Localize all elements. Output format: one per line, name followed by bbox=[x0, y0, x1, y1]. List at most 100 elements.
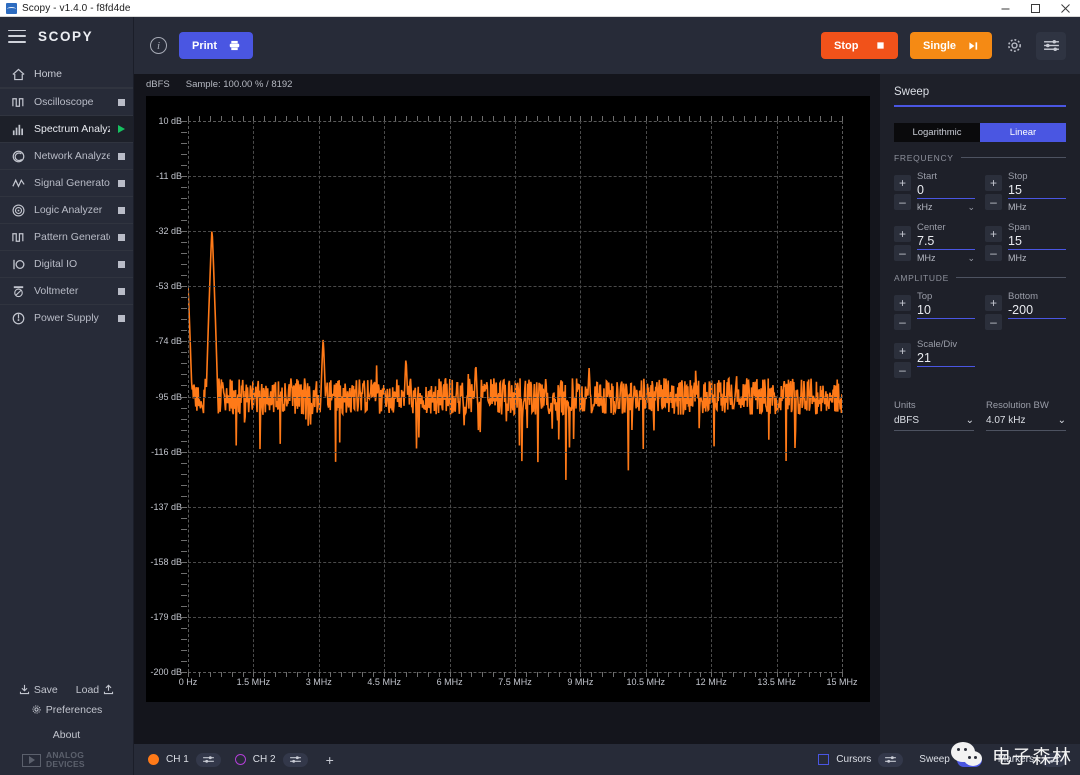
frequency-section-header: FREQUENCY bbox=[894, 153, 1066, 163]
decrement-button[interactable]: – bbox=[985, 313, 1002, 330]
plot-canvas[interactable]: 10 dB -11 dB -32 dB -53 dB -74 dB -95 dB -116 … bbox=[146, 96, 870, 702]
channel-ch-1[interactable]: CH 1 bbox=[148, 752, 221, 767]
field-unit[interactable]: MHz ⌄ bbox=[917, 250, 975, 264]
y-axis-minor-tick bbox=[181, 341, 187, 343]
sidebar-item-signal-generator[interactable]: Signal Generator bbox=[0, 169, 133, 196]
y-axis-tick-label: -200 dB bbox=[150, 667, 182, 677]
decrement-button[interactable]: – bbox=[894, 193, 911, 210]
decrement-button[interactable]: – bbox=[894, 361, 911, 378]
units-select[interactable]: Units dBFS ⌄ bbox=[894, 400, 974, 431]
x-axis-minor-tick bbox=[591, 672, 593, 677]
maximize-button[interactable] bbox=[1020, 0, 1050, 17]
plot-units-label: dBFS bbox=[146, 79, 170, 90]
sidebar-item-oscilloscope[interactable]: Oscilloscope bbox=[0, 88, 133, 115]
channel-settings-button[interactable] bbox=[195, 752, 221, 767]
power-supply-icon bbox=[11, 311, 26, 326]
minimize-button[interactable] bbox=[990, 0, 1020, 17]
close-button[interactable] bbox=[1050, 0, 1080, 17]
decrement-button[interactable]: – bbox=[894, 313, 911, 330]
cursors-checkbox[interactable] bbox=[818, 754, 830, 765]
preferences-button[interactable]: Preferences bbox=[31, 704, 102, 716]
increment-button[interactable]: + bbox=[894, 294, 911, 311]
field-value[interactable]: 0 bbox=[917, 183, 975, 199]
increment-button[interactable]: + bbox=[894, 225, 911, 242]
channel-settings-button[interactable] bbox=[282, 752, 308, 767]
field-value[interactable]: -200 bbox=[1008, 303, 1066, 319]
x-axis-minor-tick bbox=[667, 672, 669, 677]
stepper: + – bbox=[894, 339, 911, 378]
about-button[interactable]: About bbox=[0, 723, 133, 751]
increment-button[interactable]: + bbox=[985, 174, 1002, 191]
y-axis-minor-tick bbox=[181, 154, 187, 156]
field-body: Top 10 bbox=[917, 291, 975, 330]
x-axis-minor-tick-top bbox=[634, 116, 636, 121]
x-axis-minor-tick bbox=[765, 672, 767, 677]
x-axis-minor-tick-top bbox=[743, 116, 745, 121]
field-span: + – Span 15 MHz bbox=[985, 222, 1066, 264]
cursors-settings-button[interactable] bbox=[878, 752, 904, 767]
increment-button[interactable]: + bbox=[985, 225, 1002, 242]
hamburger-icon[interactable] bbox=[8, 29, 26, 43]
sidebar-item-voltmeter[interactable]: Voltmeter bbox=[0, 277, 133, 304]
field-unit[interactable]: kHz ⌄ bbox=[917, 199, 975, 213]
x-axis-minor-tick bbox=[722, 672, 724, 677]
resolution-bw-value-row: 4.07 kHz ⌄ bbox=[986, 415, 1066, 431]
sliders-icon bbox=[202, 756, 214, 763]
scale-option-logarithmic[interactable]: Logarithmic bbox=[894, 122, 980, 142]
y-axis-minor-tick bbox=[181, 616, 187, 618]
settings-gear-button[interactable] bbox=[1004, 36, 1024, 56]
add-channel-button[interactable]: + bbox=[322, 752, 338, 768]
sidebar-item-digital-io[interactable]: Digital IO bbox=[0, 250, 133, 277]
field-value[interactable]: 15 bbox=[1008, 183, 1066, 199]
field-value[interactable]: 21 bbox=[917, 351, 975, 367]
field-value[interactable]: 15 bbox=[1008, 234, 1066, 250]
x-axis-minor-tick-top bbox=[362, 116, 364, 121]
y-axis-minor-tick bbox=[181, 561, 187, 563]
increment-button[interactable]: + bbox=[894, 174, 911, 191]
stopped-indicator-icon bbox=[118, 98, 125, 106]
sidebar-item-pattern-generator[interactable]: Pattern Generator bbox=[0, 223, 133, 250]
x-axis-minor-tick bbox=[613, 672, 615, 677]
sidebar-item-network-analyzer[interactable]: Network Analyzer bbox=[0, 142, 133, 169]
channel-label: CH 1 bbox=[166, 754, 189, 765]
panel-toggle-button[interactable] bbox=[1036, 31, 1066, 60]
sidebar-item-power-supply[interactable]: Power Supply bbox=[0, 304, 133, 331]
sidebar-item-spectrum-analyzer[interactable]: Spectrum Analyzer bbox=[0, 115, 133, 142]
save-button[interactable]: Save bbox=[19, 684, 58, 696]
sidebar-item-home[interactable]: Home bbox=[0, 61, 133, 88]
field-label: Start bbox=[917, 170, 938, 182]
y-axis-minor-tick bbox=[181, 572, 187, 574]
stopped-indicator-icon bbox=[118, 260, 125, 268]
x-axis-minor-tick bbox=[340, 672, 342, 677]
x-axis-minor-tick-top bbox=[373, 116, 375, 121]
unit-value: MHz bbox=[917, 253, 936, 264]
load-button[interactable]: Load bbox=[76, 684, 114, 696]
x-axis-minor-tick bbox=[286, 672, 288, 677]
watermark-text: 电子森林 bbox=[991, 747, 1072, 768]
single-button[interactable]: Single bbox=[909, 32, 992, 59]
cursors-group[interactable]: Cursors bbox=[818, 752, 904, 767]
scale-type-toggle[interactable]: Logarithmic Linear bbox=[894, 122, 1066, 142]
field-value[interactable]: 7.5 bbox=[917, 234, 975, 250]
x-axis-tick-label: 4.5 MHz bbox=[367, 677, 401, 687]
voltmeter-icon bbox=[11, 284, 26, 299]
field-row: + – Center 7.5 MHz ⌄ + – Span 15 MHz bbox=[894, 222, 1066, 264]
stop-button[interactable]: Stop bbox=[820, 32, 898, 59]
resolution-bw-select[interactable]: Resolution BW 4.07 kHz ⌄ bbox=[986, 400, 1066, 431]
sidebar-item-logic-analyzer[interactable]: Logic Analyzer bbox=[0, 196, 133, 223]
y-axis-minor-tick bbox=[181, 297, 187, 299]
field-value[interactable]: 10 bbox=[917, 303, 975, 319]
print-button[interactable]: Print bbox=[179, 32, 254, 59]
increment-button[interactable]: + bbox=[894, 342, 911, 359]
channel-ch-2[interactable]: CH 2 bbox=[234, 752, 308, 767]
scale-option-linear[interactable]: Linear bbox=[980, 122, 1066, 142]
units-label: Units bbox=[894, 399, 916, 411]
decrement-button[interactable]: – bbox=[985, 244, 1002, 261]
decrement-button[interactable]: – bbox=[894, 244, 911, 261]
stepper: + – bbox=[894, 222, 911, 264]
sidebar-item-label: Oscilloscope bbox=[34, 96, 94, 108]
increment-button[interactable]: + bbox=[985, 294, 1002, 311]
info-icon[interactable]: i bbox=[150, 37, 167, 54]
stop-square-icon bbox=[877, 42, 884, 49]
decrement-button[interactable]: – bbox=[985, 193, 1002, 210]
